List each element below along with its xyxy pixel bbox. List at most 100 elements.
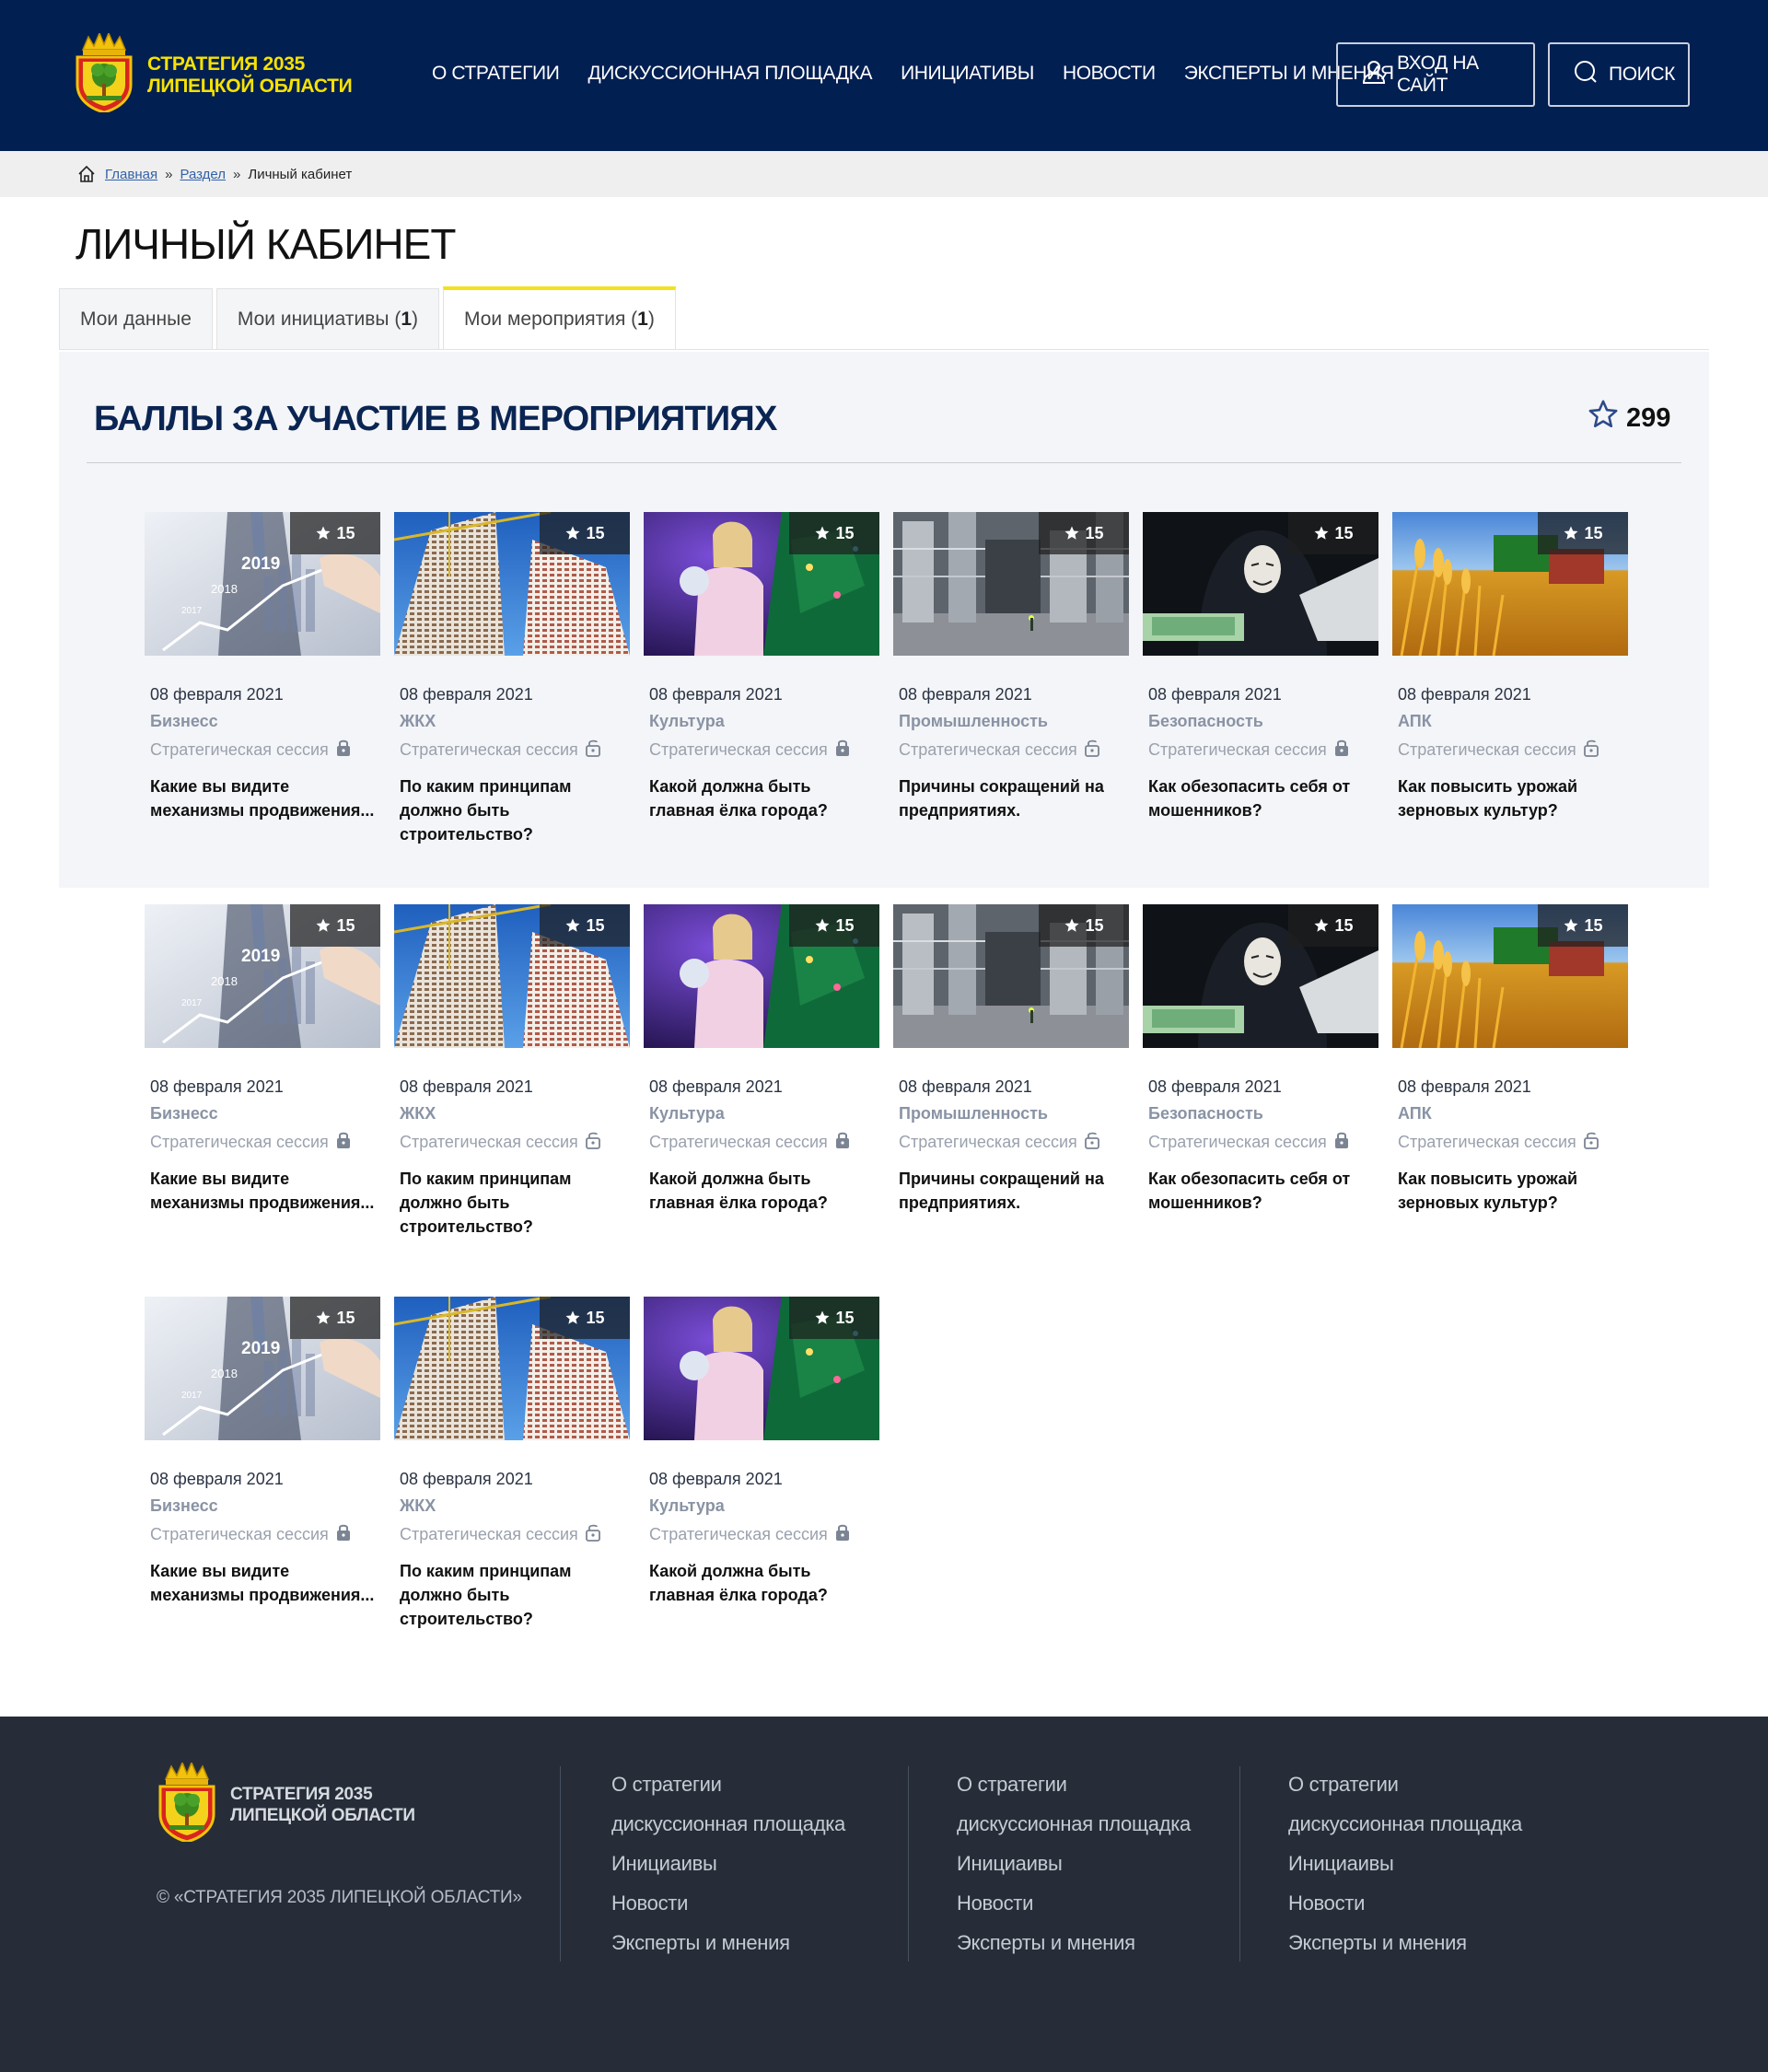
points-value: 15 <box>336 523 355 542</box>
nav-item-initiatives[interactable]: ИНИЦИАТИВЫ <box>901 63 1034 85</box>
event-thumbnail[interactable]: 15 <box>394 512 630 656</box>
event-card[interactable]: 15 08 февраля 2021 Промышленность Стратегич… <box>893 904 1129 1215</box>
footer-link[interactable]: Инициаивы <box>957 1852 1191 1892</box>
event-thumbnail[interactable]: 15 <box>1143 512 1378 656</box>
event-thumbnail[interactable]: 15 <box>893 512 1129 656</box>
event-type-label: Стратегическая сессия <box>1148 1133 1327 1151</box>
event-thumbnail[interactable]: 2017 2018 2019 15 <box>145 1297 380 1440</box>
breadcrumb-home-link[interactable]: Главная <box>105 167 157 182</box>
event-type-label: Стратегическая сессия <box>150 740 329 759</box>
tab-my-events[interactable]: Мои мероприятия (1) <box>443 286 676 349</box>
event-title[interactable]: Как повысить урожай зерновых культур? <box>1398 1167 1628 1215</box>
footer-link[interactable]: О стратегии <box>1288 1773 1522 1812</box>
event-title[interactable]: Какой должна быть главная ёлка города? <box>649 774 879 822</box>
event-title[interactable]: Как обезопасить себя от мошенников? <box>1148 774 1378 822</box>
event-category: ЖКХ <box>400 1496 436 1515</box>
footer-link[interactable]: дискуссионная площадка <box>1288 1812 1522 1852</box>
footer-link[interactable]: Эксперты и мнения <box>957 1931 1191 1971</box>
event-thumbnail[interactable]: 15 <box>394 904 630 1048</box>
tab-label: Мои мероприятия <box>464 308 626 330</box>
event-thumbnail[interactable]: 15 <box>1392 512 1628 656</box>
points-badge: 15 <box>1538 512 1628 554</box>
footer-link[interactable]: Новости <box>957 1892 1191 1931</box>
event-title[interactable]: Какие вы видите механизмы продвижения... <box>150 774 380 822</box>
footer-link[interactable]: Эксперты и мнения <box>611 1931 845 1971</box>
event-title[interactable]: По каким принципам должно быть строитель… <box>400 1559 630 1631</box>
event-card[interactable]: 15 08 февраля 2021 Культура Стратегическая … <box>644 904 879 1215</box>
event-card[interactable]: 15 08 февраля 2021 Культура Стратегическая … <box>644 1297 879 1607</box>
event-thumbnail[interactable]: 2017 2018 2019 15 <box>145 512 380 656</box>
event-type-label: Стратегическая сессия <box>150 1525 329 1543</box>
event-title[interactable]: По каким принципам должно быть строитель… <box>400 1167 630 1239</box>
event-title[interactable]: По каким принципам должно быть строитель… <box>400 774 630 846</box>
footer-link[interactable]: Инициаивы <box>611 1852 845 1892</box>
breadcrumb-section-link[interactable]: Раздел <box>180 167 226 182</box>
event-card[interactable]: 2017 2018 2019 15 08 февраля 2021 Бизнесс Стра… <box>145 1297 380 1607</box>
event-date: 08 февраля 2021 <box>649 685 783 704</box>
event-thumbnail[interactable]: 15 <box>644 904 879 1048</box>
event-title[interactable]: Как повысить урожай зерновых культур? <box>1398 774 1628 822</box>
event-card[interactable]: 15 08 февраля 2021 АПК Стратегическая сесси… <box>1392 904 1628 1215</box>
footer-link[interactable]: дискуссионная площадка <box>957 1812 1191 1852</box>
lock-icon <box>578 1523 600 1546</box>
event-thumbnail[interactable]: 2017 2018 2019 15 <box>145 904 380 1048</box>
event-card[interactable]: 2017 2018 2019 15 08 февраля 2021 Бизнесс Стра… <box>145 512 380 822</box>
event-thumbnail[interactable]: 15 <box>644 1297 879 1440</box>
event-card[interactable]: 15 08 февраля 2021 Безопасность Стратегичес… <box>1143 512 1378 822</box>
event-card[interactable]: 15 08 февраля 2021 ЖКХ Стратегическая сесси… <box>394 1297 630 1631</box>
footer-link[interactable]: О стратегии <box>957 1773 1191 1812</box>
event-title[interactable]: Какой должна быть главная ёлка города? <box>649 1559 879 1607</box>
search-label: ПОИСК <box>1609 64 1675 85</box>
site-logo[interactable]: СТРАТЕГИЯ 2035 ЛИПЕЦКОЙ ОБЛАСТИ <box>74 31 353 117</box>
event-card[interactable]: 15 08 февраля 2021 АПК Стратегическая сесси… <box>1392 512 1628 822</box>
event-type: Стратегическая сессия <box>1398 739 1628 762</box>
nav-item-strategy[interactable]: О СТРАТЕГИИ <box>432 63 560 85</box>
event-thumbnail[interactable]: 15 <box>1392 904 1628 1048</box>
tab-my-initiatives[interactable]: Мои инициативы (1) <box>215 288 439 349</box>
footer-link[interactable]: О стратегии <box>611 1773 845 1812</box>
points-value: 15 <box>336 915 355 935</box>
event-title[interactable]: Какие вы видите механизмы продвижения... <box>150 1559 380 1607</box>
event-thumbnail[interactable]: 15 <box>893 904 1129 1048</box>
footer-link[interactable]: Инициаивы <box>1288 1852 1522 1892</box>
event-type-label: Стратегическая сессия <box>1398 1133 1576 1151</box>
event-card[interactable]: 2017 2018 2019 15 08 февраля 2021 Бизнесс Стра… <box>145 904 380 1215</box>
event-title[interactable]: Какой должна быть главная ёлка города? <box>649 1167 879 1215</box>
search-button[interactable]: ПОИСК <box>1548 42 1690 107</box>
footer-link[interactable]: Новости <box>611 1892 845 1931</box>
event-card[interactable]: 15 08 февраля 2021 ЖКХ Стратегическая сесси… <box>394 512 630 846</box>
nav-item-discussion[interactable]: ДИСКУССИОННАЯ ПЛОЩАДКА <box>587 63 872 85</box>
event-title[interactable]: Какие вы видите механизмы продвижения... <box>150 1167 380 1215</box>
footer-logo[interactable]: СТРАТЕГИЯ 2035 ЛИПЕЦКОЙ ОБЛАСТИ <box>157 1761 415 1846</box>
lock-icon <box>578 739 600 762</box>
event-thumbnail[interactable]: 15 <box>644 512 879 656</box>
event-title[interactable]: Причины сокращений на предприятиях. <box>899 1167 1129 1215</box>
logo-line-2: ЛИПЕЦКОЙ ОБЛАСТИ <box>147 75 353 97</box>
home-icon[interactable] <box>77 165 96 183</box>
event-date: 08 февраля 2021 <box>649 1470 783 1488</box>
event-title[interactable]: Как обезопасить себя от мошенников? <box>1148 1167 1378 1215</box>
event-card[interactable]: 15 08 февраля 2021 ЖКХ Стратегическая сесси… <box>394 904 630 1239</box>
footer-link[interactable]: Эксперты и мнения <box>1288 1931 1522 1971</box>
footer-link[interactable]: дискуссионная площадка <box>611 1812 845 1852</box>
star-icon <box>316 1310 331 1324</box>
event-category: Культура <box>649 712 725 730</box>
event-thumbnail[interactable]: 15 <box>394 1297 630 1440</box>
event-card[interactable]: 15 08 февраля 2021 Безопасность Стратегичес… <box>1143 904 1378 1215</box>
lock-icon <box>828 739 850 762</box>
page-title: ЛИЧНЫЙ КАБИНЕТ <box>76 220 456 268</box>
event-thumbnail[interactable]: 15 <box>1143 904 1378 1048</box>
chart-year-2019: 2019 <box>241 554 280 574</box>
points-value: 15 <box>336 1308 355 1327</box>
footer-link[interactable]: Новости <box>1288 1892 1522 1931</box>
event-card[interactable]: 15 08 февраля 2021 Промышленность Стратегич… <box>893 512 1129 822</box>
event-category: Промышленность <box>899 712 1048 730</box>
event-card[interactable]: 15 08 февраля 2021 Культура Стратегическая … <box>644 512 879 822</box>
nav-item-news[interactable]: НОВОСТИ <box>1063 63 1156 85</box>
event-title[interactable]: Причины сокращений на предприятиях. <box>899 774 1129 822</box>
event-category: Культура <box>649 1104 725 1123</box>
star-icon <box>565 918 580 932</box>
login-button[interactable]: ВХОД НА САЙТ <box>1336 42 1535 107</box>
tab-my-data[interactable]: Мои данные <box>59 288 213 349</box>
points-value: 15 <box>835 1308 855 1327</box>
